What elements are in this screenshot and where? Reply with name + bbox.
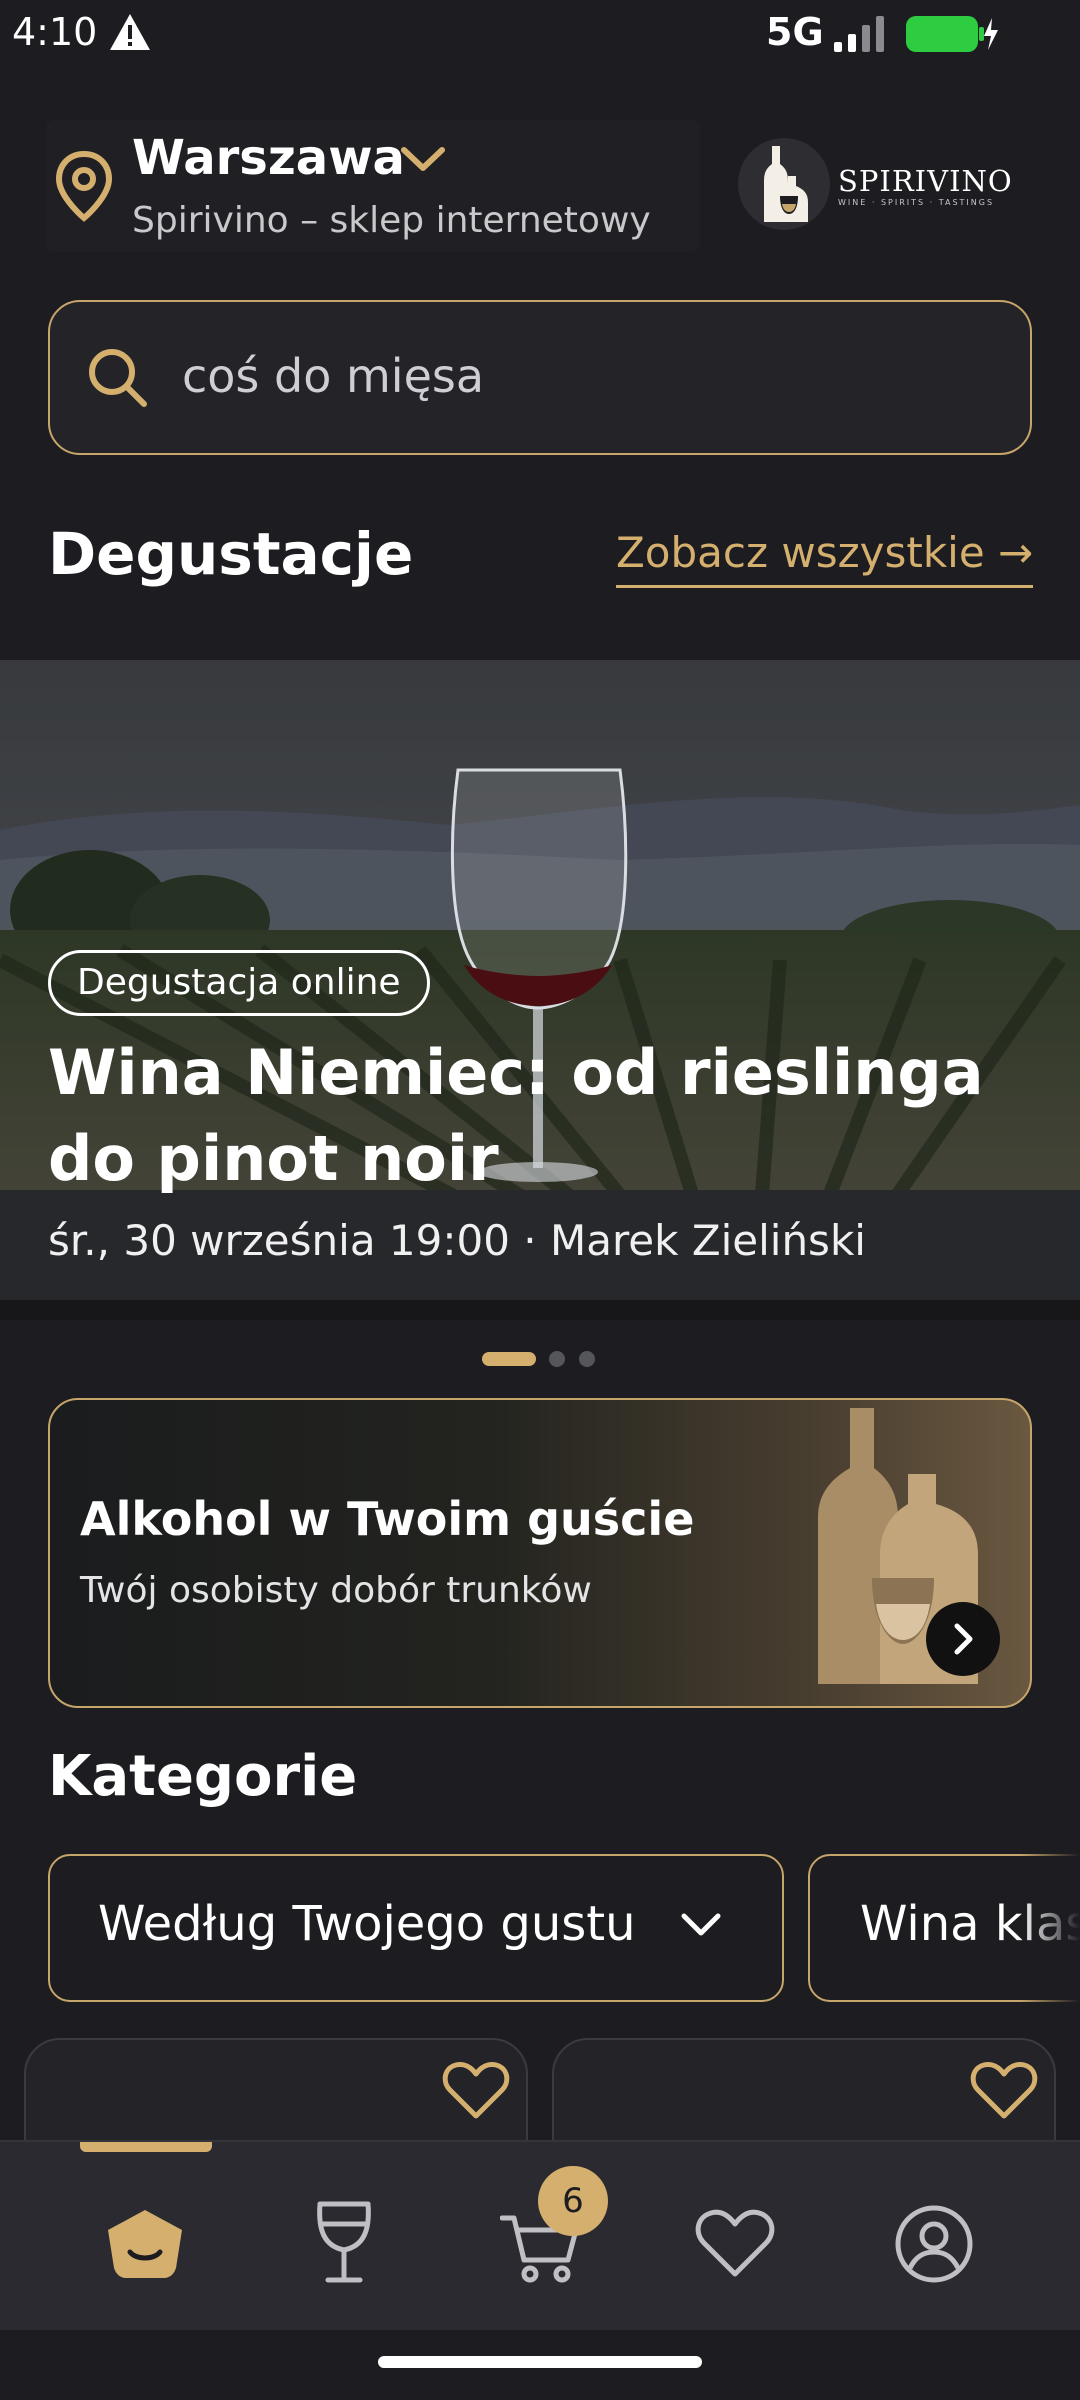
logo-tagline: WINE · SPIRITS · TASTINGS	[838, 198, 995, 207]
network-type: 5G	[766, 10, 824, 54]
promo-title: Alkohol w Twoim guście	[80, 1492, 695, 1546]
location-pin-icon	[55, 150, 113, 222]
chevron-down-icon	[681, 1913, 721, 1936]
warning-icon	[110, 14, 150, 50]
search-input[interactable]	[182, 346, 982, 406]
promo-subtitle: Twój osobisty dobór trunków	[80, 1570, 592, 1611]
logo-text: SPIRIVINO	[838, 164, 1013, 198]
see-all-link[interactable]: Zobacz wszystkie →	[616, 528, 1034, 588]
heart-icon[interactable]	[970, 2060, 1038, 2122]
wine-glass-icon[interactable]	[308, 2200, 380, 2284]
heart-icon[interactable]	[694, 2208, 776, 2280]
section-title-categories: Kategorie	[48, 1744, 358, 1809]
search-icon	[89, 349, 147, 407]
home-icon[interactable]	[104, 2208, 186, 2280]
carousel-dots[interactable]	[480, 1350, 600, 1368]
active-tab-indicator	[80, 2142, 212, 2152]
scroll-fade	[1020, 1850, 1080, 2010]
shop-subtitle: Spirivino – sklep internetowy	[132, 200, 651, 241]
heart-icon[interactable]	[442, 2060, 510, 2122]
battery-charging-icon	[906, 16, 998, 52]
profile-icon[interactable]	[894, 2204, 974, 2284]
chevron-down-icon[interactable]	[398, 140, 448, 180]
tasting-title: Wina Niemiec: od rieslinga do pinot noir	[48, 1036, 984, 1195]
signal-icon	[834, 16, 884, 52]
section-title-tastings: Degustacje	[48, 520, 414, 588]
chevron-right-icon	[954, 1623, 973, 1655]
cart-count-badge: 6	[538, 2166, 608, 2236]
gesture-bar[interactable]	[378, 2356, 702, 2368]
promo-arrow-button[interactable]	[926, 1602, 1000, 1676]
tasting-type-badge: Degustacja online	[48, 950, 430, 1016]
tasting-meta: śr., 30 września 19:00 · Marek Zieliński	[48, 1216, 866, 1265]
city-name[interactable]: Warszawa	[132, 130, 405, 186]
category-chip-label: Według Twojego gustu	[98, 1896, 636, 1952]
status-time: 4:10	[12, 10, 98, 54]
